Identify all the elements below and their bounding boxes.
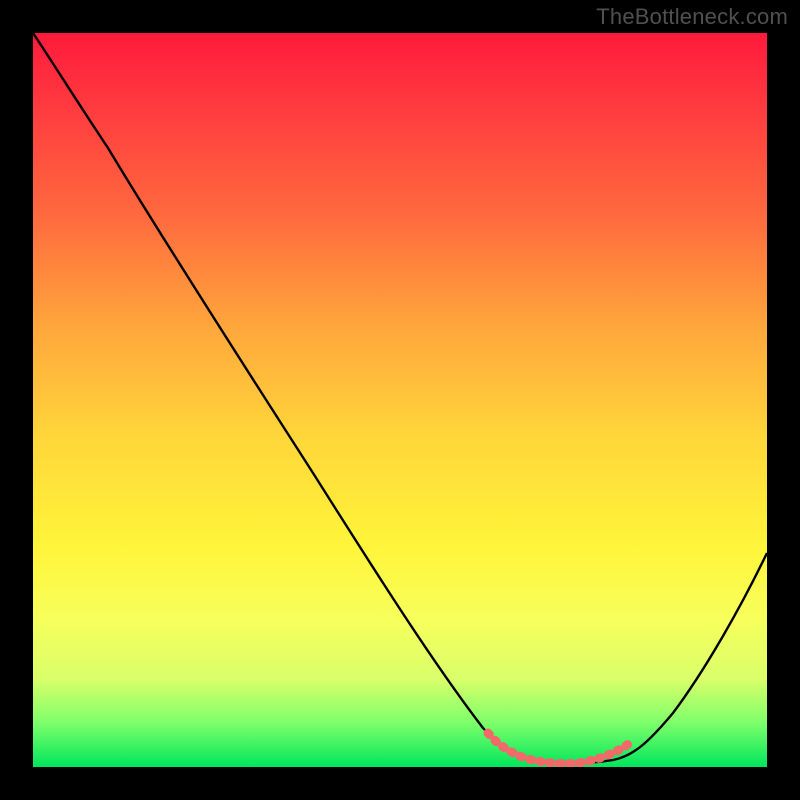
optimal-highlight-path — [488, 733, 633, 764]
plot-area — [33, 33, 767, 767]
curve-svg — [33, 33, 767, 767]
watermark-text: TheBottleneck.com — [596, 4, 788, 30]
chart-container: TheBottleneck.com — [0, 0, 800, 800]
bottleneck-curve-path — [33, 33, 767, 763]
